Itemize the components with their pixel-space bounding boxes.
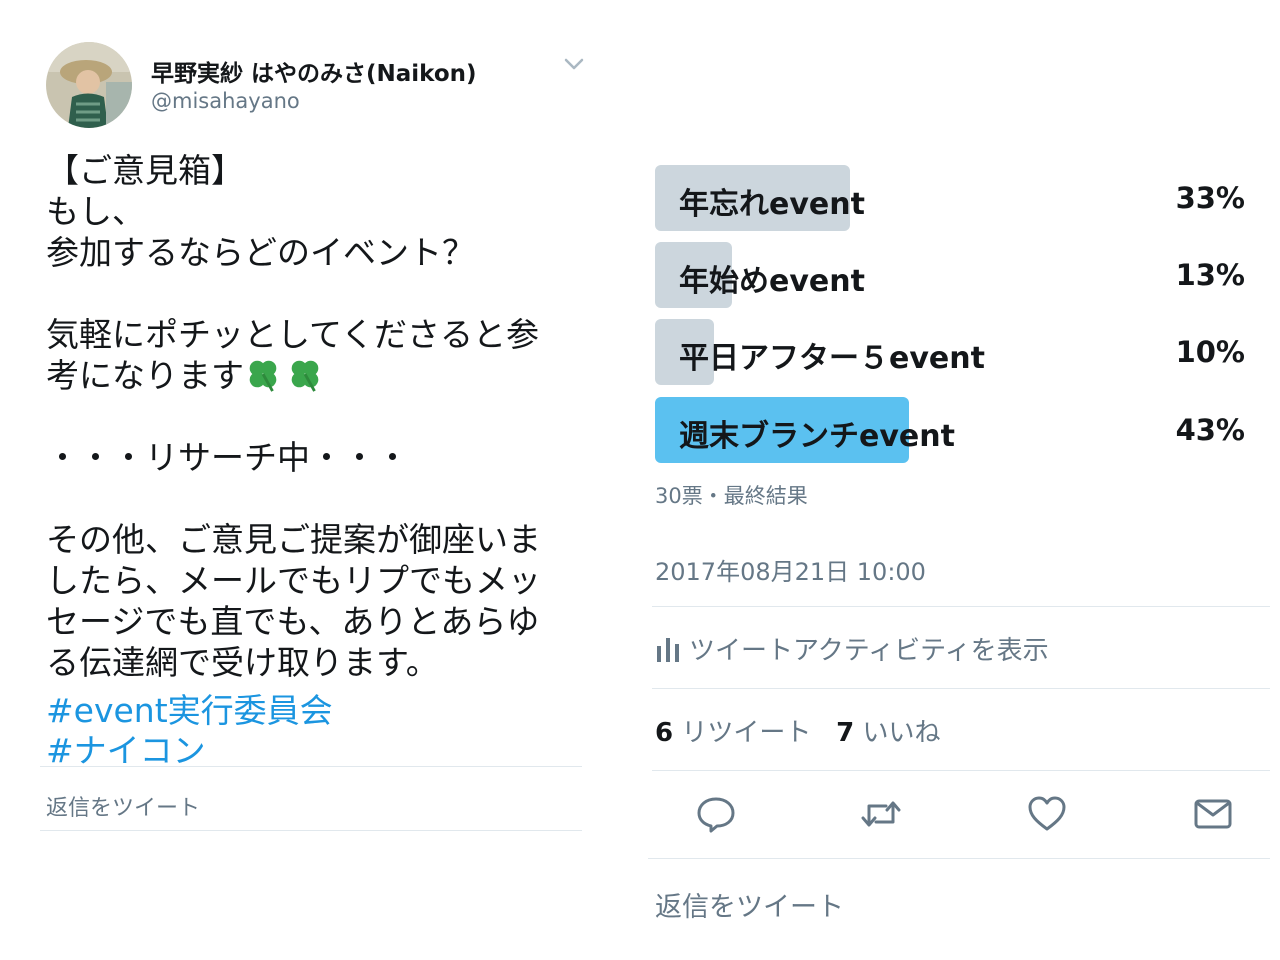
retweet-count[interactable]: 6	[655, 718, 673, 748]
divider	[648, 858, 1270, 859]
tweet-text-part-2: ・・・リサーチ中・・・ その他、ご意見ご提案が御座いま したら、メールでもリプで…	[46, 438, 541, 682]
tweet-panel: 早野実紗 はやのみさ(Naikon) @misahayano 【ご意見箱】 もし…	[0, 0, 620, 960]
chevron-down-icon[interactable]	[563, 56, 585, 72]
like-label[interactable]: いいね	[863, 718, 941, 748]
avatar[interactable]	[46, 42, 132, 128]
reply-input[interactable]: 返信をツイート	[655, 885, 844, 924]
view-activity-link[interactable]: ツイートアクティビティを表示	[655, 630, 1049, 667]
analytics-icon	[657, 638, 679, 662]
reply-input[interactable]: 返信をツイート	[46, 790, 200, 822]
poll-option-percent: 43%	[1175, 413, 1245, 447]
poll-option-weekday-after5: 平日アフター５event 10%	[655, 319, 1245, 385]
author-handle[interactable]: @misahayano	[151, 89, 300, 113]
author-display-name[interactable]: 早野実紗 はやのみさ(Naikon)	[151, 54, 477, 88]
divider	[40, 830, 582, 831]
tweet-timestamp[interactable]: 2017年08月21日 10:00	[655, 552, 926, 587]
poll-option-weekend-brunch: 週末ブランチevent 43%	[655, 397, 1245, 463]
engagement-counts: 6 リツイート 7 いいね	[655, 712, 941, 749]
poll-option-label: 週末ブランチevent	[679, 419, 955, 454]
poll-option-new-year: 年始めevent 13%	[655, 242, 1245, 308]
like-count[interactable]: 7	[836, 718, 854, 748]
poll-meta: 30票・最終結果	[655, 484, 808, 508]
tweet-text: 【ご意見箱】 もし、 参加するならどのイベント？ 気軽にポチッとしてくださると参…	[46, 150, 596, 683]
reply-icon[interactable]	[695, 794, 737, 834]
hashtag-naikon[interactable]: #ナイコン	[46, 724, 206, 772]
divider	[652, 688, 1270, 689]
poll-option-percent: 13%	[1175, 258, 1245, 292]
retweet-label[interactable]: リツイート	[681, 718, 811, 748]
divider	[652, 606, 1270, 607]
poll-option-label: 平日アフター５event	[679, 341, 985, 376]
poll-option-label: 年忘れevent	[679, 187, 865, 222]
poll-option-label: 年始めevent	[679, 264, 865, 299]
poll-option-percent: 10%	[1175, 335, 1245, 369]
clover-icon	[244, 356, 328, 395]
poll-option-year-end: 年忘れevent 33%	[655, 165, 1245, 231]
divider	[40, 766, 582, 767]
retweet-icon[interactable]	[860, 794, 902, 834]
poll-option-percent: 33%	[1175, 181, 1245, 215]
tweet-detail-panel: 年忘れevent 33% 年始めevent 13% 平日アフター５event 1…	[640, 0, 1280, 960]
divider	[652, 770, 1270, 771]
like-icon[interactable]	[1026, 794, 1068, 834]
message-icon[interactable]	[1192, 794, 1234, 834]
activity-label: ツイートアクティビティを表示	[689, 636, 1049, 666]
